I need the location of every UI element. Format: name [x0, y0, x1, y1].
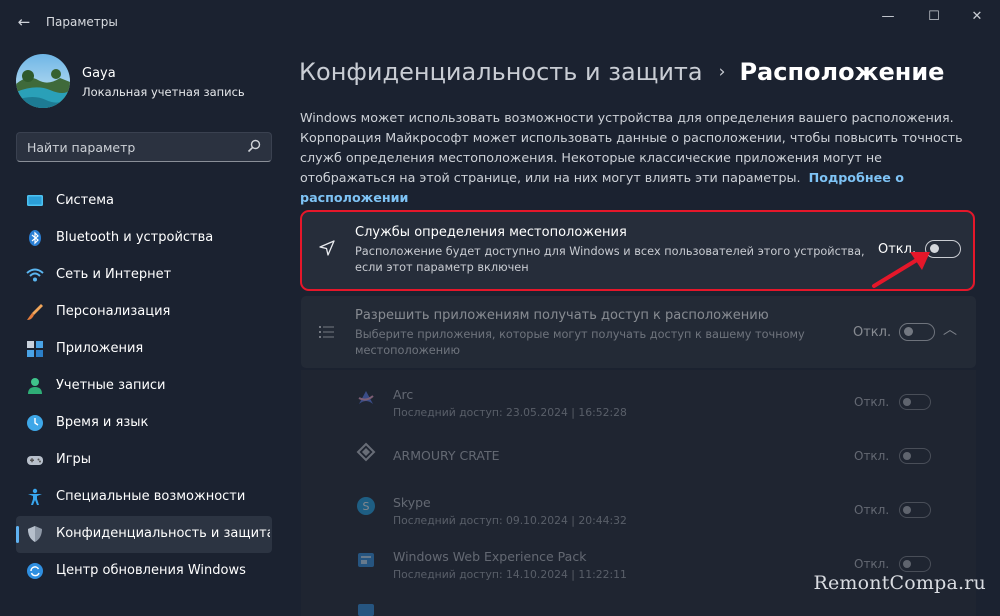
- bluetooth-icon: [29, 230, 41, 246]
- sidebar-item-label: Сеть и Интернет: [56, 267, 172, 282]
- app-name: ARMOURY CRATE: [393, 448, 500, 463]
- gamepad-icon: [27, 456, 43, 465]
- app-access-toggle[interactable]: [899, 323, 935, 341]
- app-name: Skype: [393, 495, 431, 510]
- breadcrumb: Конфиденциальность и защита › Расположение: [299, 58, 944, 88]
- search-icon: [247, 139, 261, 153]
- app-last-access: Последний доступ: 14.10.2024 | 11:22:11: [393, 568, 627, 581]
- toggle-knob: [903, 506, 911, 514]
- sidebar-item-label: Персонализация: [56, 304, 171, 319]
- web-experience-icon: [358, 553, 374, 567]
- sidebar-item-label: Система: [56, 193, 115, 208]
- arc-app-icon: [358, 391, 374, 404]
- app-row-arc: Arc Последний доступ: 23.05.2024 | 16:52…: [301, 374, 976, 426]
- toggle-knob: [903, 398, 911, 406]
- toggle-knob: [904, 327, 913, 336]
- watermark: RemontCompa.ru: [813, 572, 986, 594]
- shield-icon: [28, 526, 42, 542]
- toggle-knob: [903, 452, 911, 460]
- title-bar: ← Параметры — ☐ ✕: [0, 0, 1000, 42]
- chevron-up-icon[interactable]: ︿: [943, 319, 957, 339]
- app-toggle[interactable]: [899, 502, 931, 518]
- sidebar-item-label: Учетные записи: [56, 378, 166, 393]
- intro-text: Windows может использовать возможности у…: [300, 108, 980, 208]
- user-profile[interactable]: Gaya Локальная учетная запись: [16, 54, 276, 110]
- sidebar-item-label: Центр обновления Windows: [56, 563, 246, 578]
- app-state: Откл.: [854, 395, 890, 409]
- maximize-button[interactable]: ☐: [911, 6, 957, 28]
- sidebar-item-bluetooth[interactable]: Bluetooth и устройства: [16, 220, 272, 257]
- sidebar-item-label: Конфиденциальность и защита: [56, 526, 270, 541]
- sidebar-item-privacy[interactable]: Конфиденциальность и защита: [16, 516, 272, 553]
- app-row-skype: S Skype Последний доступ: 09.10.2024 | 2…: [301, 482, 976, 534]
- sidebar-item-gaming[interactable]: Игры: [16, 442, 272, 479]
- app-row-armoury-crate: ARMOURY CRATE Откл.: [301, 428, 976, 480]
- page-title: Расположение: [739, 58, 945, 86]
- close-button[interactable]: ✕: [954, 6, 1000, 28]
- sidebar-nav: Система Bluetooth и устройства Сеть и Ин…: [16, 183, 274, 590]
- apps-icon: [27, 341, 43, 357]
- app-name: Windows Web Experience Pack: [393, 549, 587, 564]
- sidebar-item-personalization[interactable]: Персонализация: [16, 294, 272, 331]
- toggle-knob: [903, 560, 911, 568]
- app-access-state: Откл.: [853, 325, 892, 340]
- svg-text:S: S: [363, 500, 370, 513]
- monitor-icon: [27, 195, 43, 206]
- app-access-description-1: Выберите приложения, которые могут получ…: [355, 328, 805, 341]
- account-type: Локальная учетная запись: [82, 85, 245, 99]
- minimize-button[interactable]: —: [865, 6, 911, 28]
- update-icon: [27, 563, 43, 579]
- app-access-description-2: местоположению: [355, 344, 460, 357]
- globe-clock-icon: [27, 415, 43, 431]
- sidebar-item-network[interactable]: Сеть и Интернет: [16, 257, 272, 294]
- sidebar-item-label: Игры: [56, 452, 92, 467]
- sidebar-item-time-language[interactable]: Время и язык: [16, 405, 272, 442]
- breadcrumb-parent[interactable]: Конфиденциальность и защита: [299, 58, 703, 86]
- avatar: [16, 54, 70, 108]
- app-state: Откл.: [854, 557, 890, 571]
- sidebar-item-apps[interactable]: Приложения: [16, 331, 272, 368]
- sidebar-item-accounts[interactable]: Учетные записи: [16, 368, 272, 405]
- sidebar-item-label: Bluetooth и устройства: [56, 230, 214, 245]
- back-arrow-icon[interactable]: ←: [14, 12, 34, 32]
- armoury-crate-icon: [356, 442, 376, 462]
- app-row-partial: [301, 594, 976, 616]
- app-state: Откл.: [854, 503, 890, 517]
- pointer-arrow-icon: [872, 252, 930, 288]
- app-access-card[interactable]: Разрешить приложениям получать доступ к …: [301, 296, 976, 368]
- sidebar-item-windows-update[interactable]: Центр обновления Windows: [16, 553, 272, 590]
- settings-window: ← Параметры — ☐ ✕ Gaya Локальная учетная…: [0, 0, 1000, 616]
- person-icon: [28, 378, 42, 394]
- app-access-title: Разрешить приложениям получать доступ к …: [355, 308, 769, 323]
- app-state: Откл.: [854, 449, 890, 463]
- sidebar-item-label: Время и язык: [56, 415, 149, 430]
- chevron-right-icon: ›: [718, 62, 726, 82]
- sidebar-item-system[interactable]: Система: [16, 183, 272, 220]
- wifi-icon: [26, 268, 44, 282]
- app-last-access: Последний доступ: 23.05.2024 | 16:52:28: [393, 406, 627, 419]
- user-name: Gaya: [82, 66, 116, 81]
- skype-icon: S: [357, 497, 375, 515]
- app-icon: [358, 604, 374, 616]
- list-icon: [319, 326, 334, 338]
- search-input[interactable]: Найти параметр: [16, 132, 272, 162]
- app-last-access: Последний доступ: 09.10.2024 | 20:44:32: [393, 514, 627, 527]
- app-toggle[interactable]: [899, 394, 931, 410]
- sidebar-item-label: Приложения: [56, 341, 144, 356]
- sidebar-item-accessibility[interactable]: Специальные возможности: [16, 479, 272, 516]
- sidebar-item-label: Специальные возможности: [56, 489, 246, 504]
- search-placeholder: Найти параметр: [27, 140, 136, 155]
- brush-icon: [27, 304, 43, 320]
- app-name: Arc: [393, 387, 414, 402]
- app-toggle[interactable]: [899, 448, 931, 464]
- app-toggle[interactable]: [899, 556, 931, 572]
- app-title: Параметры: [46, 15, 118, 29]
- accessibility-icon: [28, 488, 42, 505]
